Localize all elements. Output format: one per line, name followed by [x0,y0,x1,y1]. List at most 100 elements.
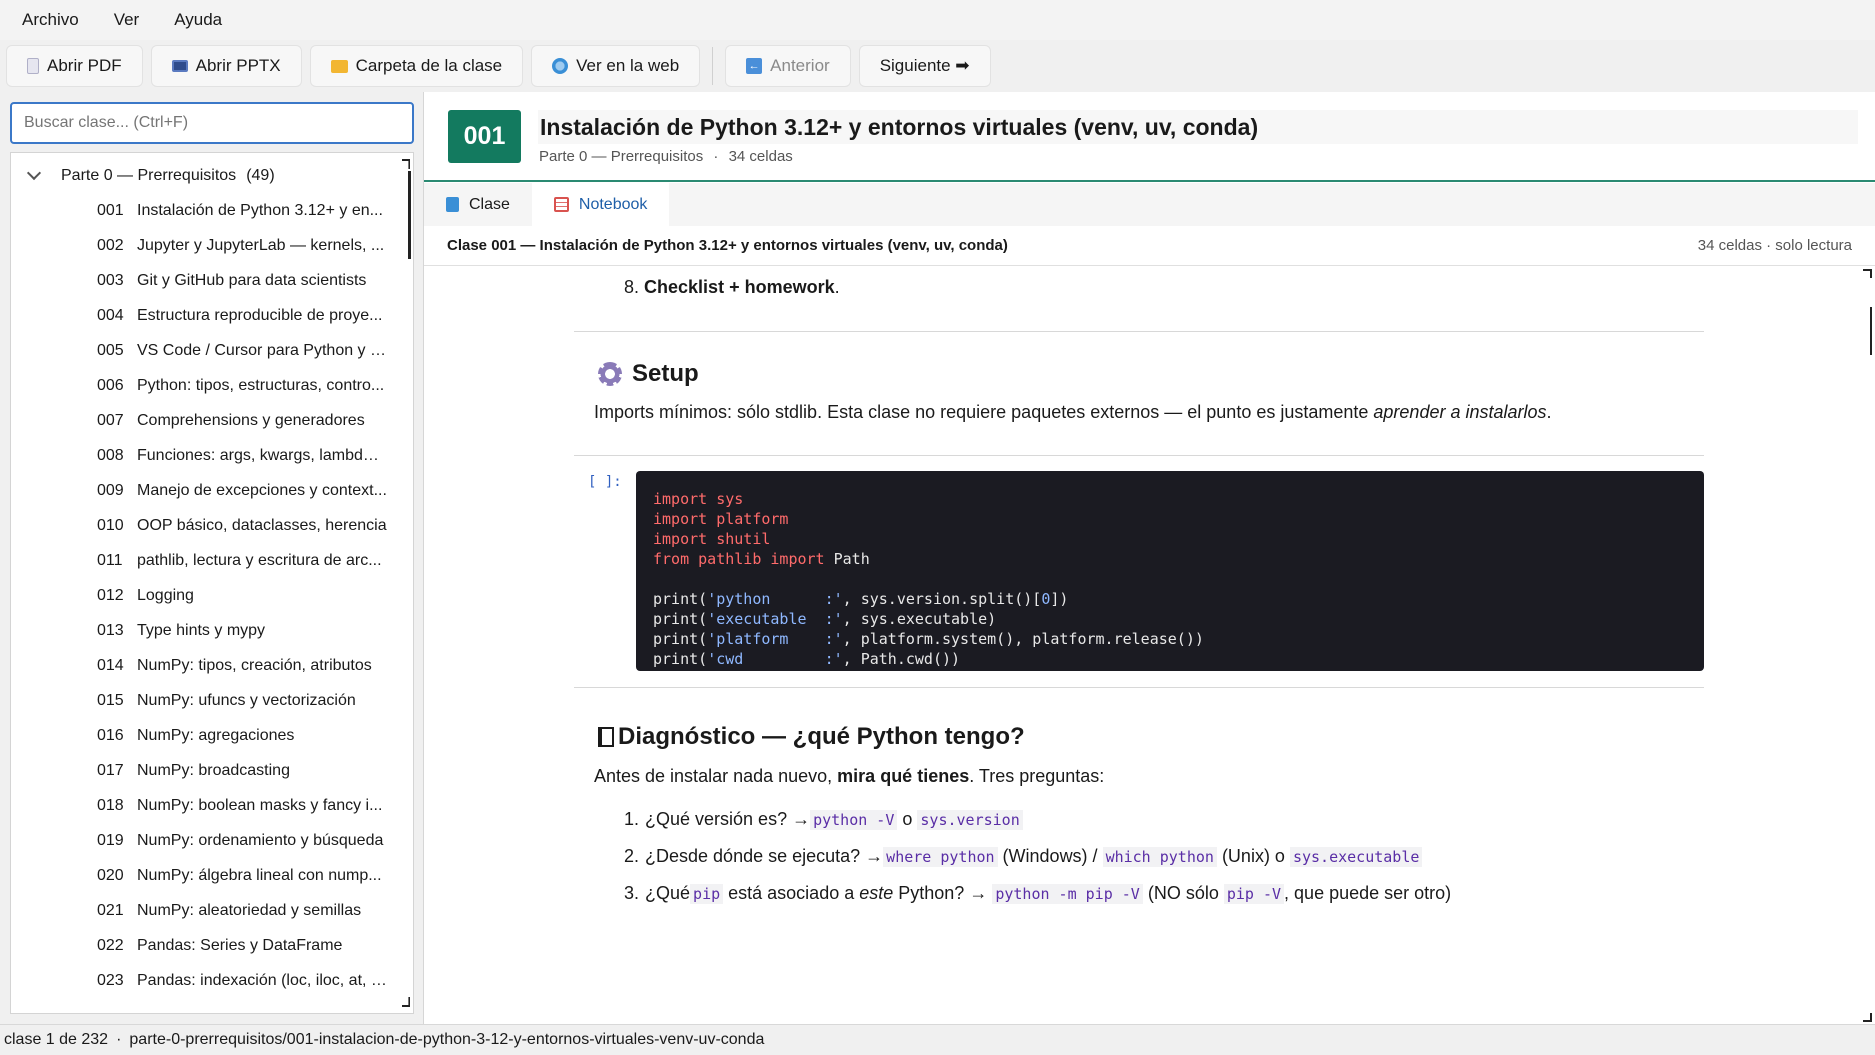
tree-item-014[interactable]: 014 NumPy: tipos, creación, atributos [11,648,413,683]
tab-notebook[interactable]: Notebook [531,183,670,226]
search-input[interactable] [10,102,414,144]
subtitle-separator: · [713,148,719,165]
scroll-up-icon[interactable] [402,159,410,169]
setup-paragraph-text: Imports mínimos: sólo stdlib. Esta clase… [594,402,1374,422]
previous-button[interactable]: ← Anterior [725,45,851,87]
tree-item-021[interactable]: 021 NumPy: aleatoriedad y semillas [11,893,413,928]
tree-item-015[interactable]: 015 NumPy: ufuncs y vectorización [11,683,413,718]
scroll-down-icon[interactable] [402,997,410,1007]
tree-item-title: Funciones: args, kwargs, lambdas... [137,446,387,464]
menu-ver[interactable]: Ver [102,10,163,30]
tree-item-number: 022 [97,936,124,954]
folder-icon [330,59,348,73]
tree-item-number: 019 [97,831,124,849]
list-item-8: 8. Checklist + homework. [624,277,840,298]
class-folder-label: Carpeta de la clase [355,56,503,75]
status-count: clase 1 de 232 [4,1031,109,1048]
tree-item-title: Type hints y mypy [137,621,266,639]
class-header: 001 Instalación de Python 3.12+ y entorn… [424,92,1875,182]
view-web-button[interactable]: Ver en la web [531,45,701,87]
notebook-scrollbar[interactable] [1862,267,1874,1024]
tree-item-009[interactable]: 009 Manejo de excepciones y context... [11,473,413,508]
tree-scrollbar[interactable] [401,159,411,1007]
tree-item-title: NumPy: álgebra lineal con nump... [137,866,382,884]
question-text: ¿Qué versión es? → [645,809,811,829]
tree-item-008[interactable]: 008 Funciones: args, kwargs, lambdas... [11,438,413,473]
tree-item-002[interactable]: 002 Jupyter y JupyterLab — kernels, ... [11,228,413,263]
tree-item-003[interactable]: 003 Git y GitHub para data scientists [11,263,413,298]
class-folder-button[interactable]: Carpeta de la clase [309,45,524,87]
open-pdf-label: Abrir PDF [47,56,122,75]
open-pptx-button[interactable]: Abrir PPTX [150,45,302,87]
class-tree[interactable]: Parte 0 — Prerrequisitos (49) 001 Instala… [10,152,414,1014]
tree-item-005[interactable]: 005 VS Code / Cursor para Python y J... [11,333,413,368]
inline-code: where python [883,847,998,867]
tree-item-number: 002 [97,236,124,254]
tree-item-004[interactable]: 004 Estructura reproducible de proye... [11,298,413,333]
scroll-thumb[interactable] [408,171,411,259]
inline-code: sys.version [917,810,1023,830]
cell-divider [574,331,1704,332]
tree-group-parte-0[interactable]: Parte 0 — Prerrequisitos (49) [11,158,413,193]
setup-paragraph: Imports mínimos: sólo stdlib. Esta clase… [594,402,1552,423]
code-cell[interactable]: import sys import platform import shutil… [636,471,1704,671]
tree-item-020[interactable]: 020 NumPy: álgebra lineal con nump... [11,858,413,893]
back-arrow-icon: ← [746,58,763,74]
class-part: Parte 0 — Prerrequisitos [539,148,704,165]
scroll-up-icon[interactable] [1863,269,1872,278]
tree-item-title: NumPy: broadcasting [137,761,290,779]
open-pdf-button[interactable]: Abrir PDF [6,45,143,87]
toolbar: Abrir PDF Abrir PPTX Carpeta de la clase… [0,40,1875,92]
inline-code: python -V [810,810,898,830]
tab-clase[interactable]: Clase [424,183,532,226]
cell-divider [574,687,1704,688]
menu-archivo[interactable]: Archivo [10,10,102,30]
tree-item-023[interactable]: 023 Pandas: indexación (loc, iloc, at, i.… [11,963,413,998]
tree-item-018[interactable]: 018 NumPy: boolean masks y fancy i... [11,788,413,823]
tree-item-006[interactable]: 006 Python: tipos, estructuras, contro... [11,368,413,403]
setup-paragraph-end: . [1546,402,1552,422]
box-glyph-icon [598,727,614,747]
tree-item-title: Pandas: indexación (loc, iloc, at, i... [137,971,387,989]
scroll-thumb[interactable] [1870,307,1872,355]
tree-item-022[interactable]: 022 Pandas: Series y DataFrame [11,928,413,963]
tree-item-title: Pandas: Series y DataFrame [137,936,343,954]
question-number: 2. [624,846,640,866]
inline-code: which python [1102,847,1217,867]
tree-item-number: 020 [97,866,124,884]
class-subtitle: Parte 0 — Prerrequisitos · 34 celdas [539,148,793,165]
chevron-down-icon[interactable] [26,165,42,181]
question-item-1: 1. ¿Qué versión es? → python -V o sys.ve… [624,809,1023,830]
question-text: (Unix) o [1216,846,1290,866]
tree-item-001[interactable]: 001 Instalación de Python 3.12+ y en... [11,193,413,228]
sidebar: Parte 0 — Prerrequisitos (49) 001 Instala… [0,92,423,1024]
notebook-header: Clase 001 — Instalación de Python 3.12+ … [424,226,1875,266]
menu-ayuda[interactable]: Ayuda [162,10,245,30]
tree-item-number: 003 [97,271,124,289]
notebook-body[interactable]: 8. Checklist + homework. Setup Imports m… [424,267,1875,1024]
scroll-down-icon[interactable] [1863,1013,1872,1022]
tree-item-017[interactable]: 017 NumPy: broadcasting [11,753,413,788]
tree-item-title: Git y GitHub para data scientists [137,271,367,289]
tree-item-012[interactable]: 012 Logging [11,578,413,613]
tree-item-010[interactable]: 010 OOP básico, dataclasses, herencia [11,508,413,543]
question-item-2: 2. ¿Desde dónde se ejecuta? → where pyth… [624,846,1423,867]
tree-item-number: 005 [97,341,124,359]
question-text: , que puede ser otro) [1284,883,1452,903]
tree-item-019[interactable]: 019 NumPy: ordenamiento y búsqueda [11,823,413,858]
tree-item-011[interactable]: 011 pathlib, lectura y escritura de arc..… [11,543,413,578]
setup-heading: Setup [598,360,699,388]
tree-item-title: OOP básico, dataclasses, herencia [137,516,387,534]
tree-item-number: 004 [97,306,124,324]
tree-item-007[interactable]: 007 Comprehensions y generadores [11,403,413,438]
notebook-icon [553,197,569,212]
tree-item-016[interactable]: 016 NumPy: agregaciones [11,718,413,753]
tree-item-013[interactable]: 013 Type hints y mypy [11,613,413,648]
pptx-icon [171,60,188,72]
tree-item-title: NumPy: tipos, creación, atributos [137,656,372,674]
question-text: Python? → [893,883,993,903]
inline-code: python -m pip -V [992,884,1143,904]
next-button[interactable]: Siguiente ➡ [858,45,991,87]
question-emphasis: este [859,883,894,903]
cell-divider [574,455,1704,456]
